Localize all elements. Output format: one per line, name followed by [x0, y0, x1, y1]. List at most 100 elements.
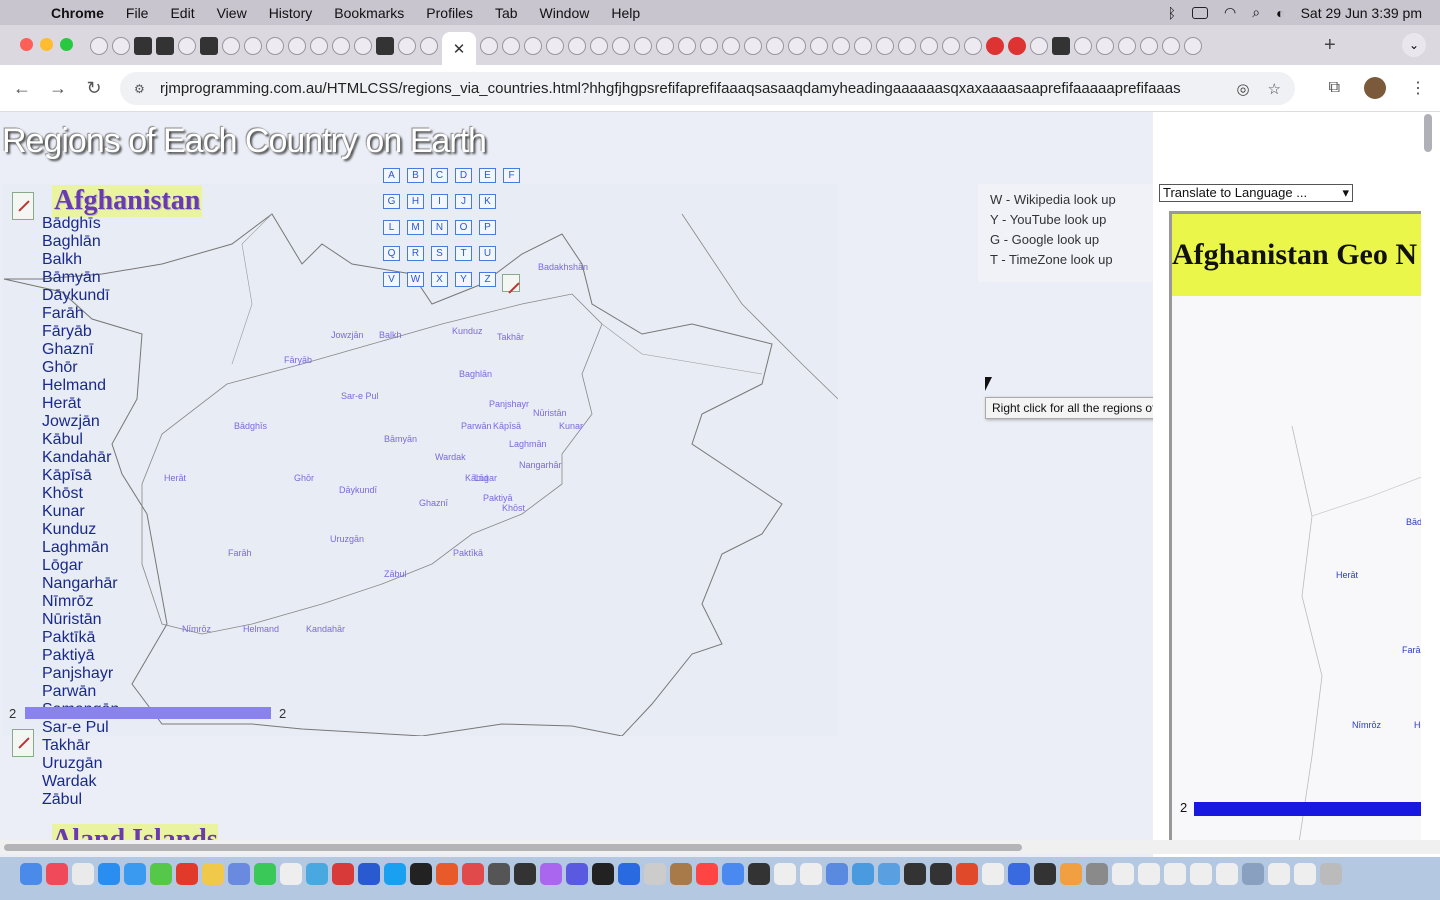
map-label[interactable]: Laghmān — [509, 439, 547, 449]
tab-favicon-icon[interactable] — [332, 37, 350, 55]
tab-favicon-icon[interactable] — [612, 37, 630, 55]
dock-app-icon[interactable] — [592, 863, 614, 885]
control-center-icon[interactable]: ◐ — [1276, 5, 1284, 21]
menu-profiles[interactable]: Profiles — [415, 5, 484, 21]
reload-icon[interactable]: ↻ — [76, 78, 112, 99]
vertical-scrollbar-thumb[interactable] — [1424, 114, 1432, 152]
region-list-item[interactable]: Wardak — [42, 773, 119, 791]
dock-app-icon[interactable] — [1034, 863, 1056, 885]
url-text[interactable]: rjmprogramming.com.au/HTMLCSS/regions_vi… — [160, 80, 1222, 97]
region-list-item[interactable]: Baghlān — [42, 233, 119, 251]
tab-favicon-icon[interactable] — [112, 37, 130, 55]
dock-app-icon[interactable] — [436, 863, 458, 885]
back-arrow-icon[interactable]: ← — [4, 78, 40, 99]
tab-favicon-icon[interactable] — [376, 37, 394, 55]
region-list-item[interactable]: Paktiyā — [42, 647, 119, 665]
dock-app-icon[interactable] — [1138, 863, 1160, 885]
region-list-item[interactable]: Uruzgān — [42, 755, 119, 773]
dock-app-icon[interactable] — [930, 863, 952, 885]
tab-favicon-icon[interactable] — [1140, 37, 1158, 55]
tab-favicon-icon[interactable] — [288, 37, 306, 55]
map-label[interactable]: Fāryāb — [284, 355, 312, 365]
letter-link-l[interactable]: L — [383, 220, 400, 235]
dock-app-icon[interactable] — [748, 863, 770, 885]
dock-app-icon[interactable] — [46, 863, 68, 885]
letter-link-b[interactable]: B — [407, 168, 424, 183]
dock-app-icon[interactable] — [1060, 863, 1082, 885]
dock-app-icon[interactable] — [410, 863, 432, 885]
map-label[interactable]: Herāt — [164, 473, 186, 483]
map-label[interactable]: Ghōr — [294, 473, 314, 483]
wifi-icon[interactable]: ◠ — [1224, 4, 1236, 21]
region-list-item[interactable]: Kunar — [42, 503, 119, 521]
tab-favicon-icon[interactable] — [1096, 37, 1114, 55]
menu-app-name[interactable]: Chrome — [40, 5, 115, 21]
dock-app-icon[interactable] — [1164, 863, 1186, 885]
tab-favicon-icon[interactable] — [656, 37, 674, 55]
dock-app-icon[interactable] — [98, 863, 120, 885]
active-tab[interactable]: ✕ — [442, 32, 476, 66]
dock-app-icon[interactable] — [1190, 863, 1212, 885]
tab-favicon-icon[interactable] — [134, 37, 152, 55]
map-label[interactable]: Baghlān — [459, 369, 492, 379]
dock-app-icon[interactable] — [696, 863, 718, 885]
letter-link-e[interactable]: E — [479, 168, 496, 183]
tab-favicon-icon[interactable] — [832, 37, 850, 55]
chrome-menu-icon[interactable]: ⋮ — [1410, 78, 1426, 98]
region-list-item[interactable]: Kāpīsā — [42, 467, 119, 485]
dock-app-icon[interactable] — [358, 863, 380, 885]
map-label[interactable]: Farāh — [228, 548, 252, 558]
region-list-item[interactable]: Kunduz — [42, 521, 119, 539]
region-list-item[interactable]: Parwān — [42, 683, 119, 701]
letter-link-f[interactable]: F — [503, 168, 520, 183]
dock-app-icon[interactable] — [1320, 863, 1342, 885]
letter-link-n[interactable]: N — [431, 220, 448, 235]
dock-app-icon[interactable] — [20, 863, 42, 885]
region-list-item[interactable]: Laghmān — [42, 539, 119, 557]
region-list-item[interactable]: Ghōr — [42, 359, 119, 377]
tab-favicon-icon[interactable] — [1008, 37, 1026, 55]
tab-favicon-icon[interactable] — [310, 37, 328, 55]
window-minimize-icon[interactable] — [40, 38, 53, 51]
tab-favicon-icon[interactable] — [876, 37, 894, 55]
dock-app-icon[interactable] — [722, 863, 744, 885]
letter-link-o[interactable]: O — [455, 220, 472, 235]
letter-link-d[interactable]: D — [455, 168, 472, 183]
tab-favicon-icon[interactable] — [964, 37, 982, 55]
map-label[interactable]: Bādghīs — [234, 421, 267, 431]
menu-tab[interactable]: Tab — [484, 5, 529, 21]
letter-link-w[interactable]: W — [407, 272, 424, 287]
tab-favicon-icon[interactable] — [90, 37, 108, 55]
letter-link-q[interactable]: Q — [383, 246, 400, 261]
tab-favicon-icon[interactable] — [1052, 37, 1070, 55]
letter-link-r[interactable]: R — [407, 246, 424, 261]
region-list-item[interactable]: Nangarhār — [42, 575, 119, 593]
letter-link-j[interactable]: J — [455, 194, 472, 209]
map-label[interactable]: Balkh — [379, 330, 402, 340]
new-tab-button[interactable]: + — [1324, 34, 1336, 57]
profile-avatar[interactable] — [1364, 77, 1386, 99]
region-list-item[interactable]: Nīmrōz — [42, 593, 119, 611]
map-label[interactable]: Kunduz — [452, 326, 483, 336]
dock-app-icon[interactable] — [1086, 863, 1108, 885]
extensions-puzzle-icon[interactable]: ⧉ — [1329, 79, 1340, 97]
tab-favicon-icon[interactable] — [156, 37, 174, 55]
letter-link-h[interactable]: H — [407, 194, 424, 209]
map-label[interactable]: Takhār — [497, 332, 524, 342]
letter-link-y[interactable]: Y — [455, 272, 472, 287]
tab-favicon-icon[interactable] — [678, 37, 696, 55]
map-panel[interactable] — [2, 184, 839, 737]
tab-favicon-icon[interactable] — [1184, 37, 1202, 55]
region-list-item[interactable]: Helmand — [42, 377, 119, 395]
dock-app-icon[interactable] — [384, 863, 406, 885]
dock-app-icon[interactable] — [72, 863, 94, 885]
letter-link-c[interactable]: C — [431, 168, 448, 183]
menu-window[interactable]: Window — [529, 5, 601, 21]
menu-file[interactable]: File — [115, 5, 160, 21]
window-zoom-icon[interactable] — [60, 38, 73, 51]
tab-favicon-icon[interactable] — [200, 37, 218, 55]
eye-off-icon[interactable]: ◎ — [1236, 80, 1249, 98]
map-label[interactable]: Nīmrōz — [182, 624, 211, 634]
tab-favicon-icon[interactable] — [700, 37, 718, 55]
horizontal-scrollbar-thumb[interactable] — [4, 844, 1022, 851]
